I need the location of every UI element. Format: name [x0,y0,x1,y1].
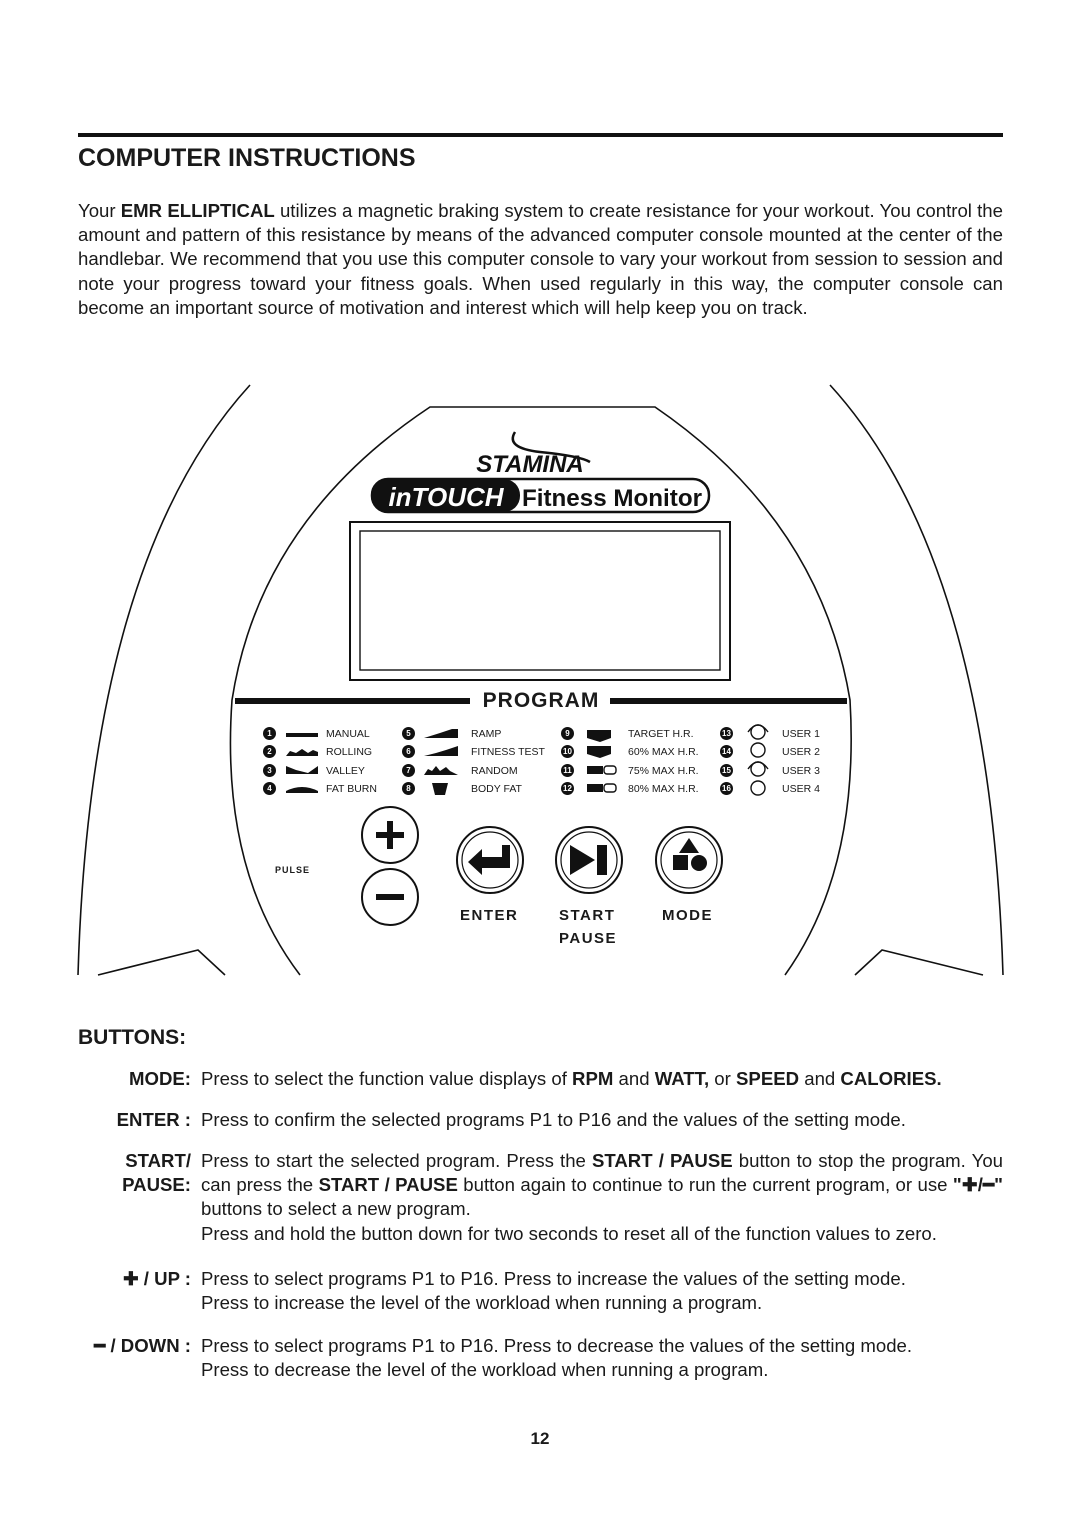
program-label: TARGET H.R. [628,728,694,740]
program-number: 7 [402,764,415,777]
program-label: USER 2 [782,746,820,758]
program-number: 11 [561,764,574,777]
program-number: 8 [402,782,415,795]
program-label: MANUAL [326,728,370,740]
mode-label: MODE [662,907,713,924]
program-label: 60% MAX H.R. [628,746,699,758]
stamina-logo: STAMINA [476,451,584,478]
program-number: 15 [720,764,733,777]
program-number: 6 [402,745,415,758]
program-number: 2 [263,745,276,758]
program-label: RANDOM [471,765,518,777]
program-number: 10 [561,745,574,758]
program-number: 3 [263,764,276,777]
program-label: RAMP [471,728,502,740]
program-label: FAT BURN [326,783,377,795]
program-number: 14 [720,745,733,758]
pulse-label: PULSE [275,865,311,875]
play-icon [570,845,595,875]
program-number: 9 [561,727,574,740]
program-number: 4 [263,782,276,795]
start-label: START [559,907,616,924]
console-outline-left [77,384,251,976]
program-label: USER 1 [782,728,820,740]
program-label: USER 4 [782,783,820,795]
program-number: 1 [263,727,276,740]
svg-text:Fitness Monitor: Fitness Monitor [522,485,702,512]
program-label: FITNESS TEST [471,746,545,758]
enter-icon [468,845,510,875]
pause-icon [597,845,607,875]
lcd-display-frame [349,521,731,681]
enter-label: ENTER [460,907,519,924]
program-label: 75% MAX H.R. [628,765,699,777]
shapes-icon [679,838,699,853]
program-label: USER 3 [782,765,820,777]
program-title: PROGRAM [482,689,600,712]
mode-button [655,826,723,894]
program-number: 12 [561,782,574,795]
program-label: ROLLING [326,746,373,758]
manual-page: COMPUTER INSTRUCTIONS Your EMR ELLIPTICA… [0,0,1080,1527]
console-outline-right [829,384,1004,976]
pause-label: PAUSE [559,930,618,947]
program-label: 80% MAX H.R. [628,783,699,795]
program-label: BODY FAT [471,783,522,795]
program-number: 5 [402,727,415,740]
buttons-heading: BUTTONS: [78,1026,187,1049]
console-illustration: STAMINA inTOUCH Fitness Monitor [77,384,1004,976]
page-number: 12 [530,1429,550,1448]
intouch-logo: inTOUCH [388,482,504,512]
program-number: 16 [720,782,733,795]
program-label: VALLEY [326,765,365,777]
lcd-display [359,530,721,671]
program-number: 13 [720,727,733,740]
